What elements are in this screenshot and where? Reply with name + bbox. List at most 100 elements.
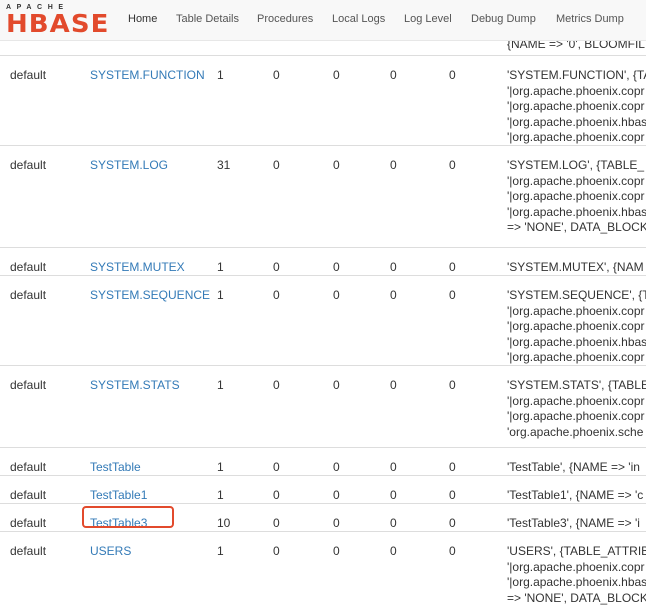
description-cell: 'TestTable', {NAME => 'in <box>507 460 646 476</box>
description-line: 'TestTable', {NAME => 'in <box>507 460 646 476</box>
description-line: '|org.apache.phoenix.copr <box>507 99 646 115</box>
top-navbar: APACHE HBASE Home Table Details Procedur… <box>0 0 646 41</box>
count-cell: 10 <box>217 516 230 532</box>
count-cell: 0 <box>390 488 397 504</box>
nav-local-logs[interactable]: Local Logs <box>332 13 385 25</box>
logo-hbase-text: HBASE <box>6 11 109 36</box>
table-row: default SYSTEM.LOG 31 0 0 0 0 'SYSTEM.LOG', {TA… <box>0 145 646 248</box>
table-name-link[interactable]: SYSTEM.MUTEX <box>90 260 185 276</box>
namespace-cell: default <box>10 516 46 532</box>
table-row: defaultSYSTEM.FUNCTION10000'SYSTEM.FUNCT… <box>0 55 646 146</box>
count-cell: 0 <box>449 260 456 276</box>
count-cell: 1 <box>217 460 224 476</box>
description-cell: 'SYSTEM.SEQUENCE', {T'|org.apache.phoeni… <box>507 288 646 366</box>
table-row: defaultUSERS10000'USERS', {TABLE_ATTRIB'… <box>0 531 646 602</box>
count-cell: 0 <box>273 488 280 504</box>
description-line: 'org.apache.phoenix.sche <box>507 425 646 441</box>
description-line: 'SYSTEM.FUNCTION', {TA <box>507 68 646 84</box>
count-cell: 0 <box>273 158 280 174</box>
count-cell: 0 <box>390 260 397 276</box>
table-name-link[interactable]: SYSTEM.LOG <box>90 158 168 174</box>
count-cell: 0 <box>333 288 340 304</box>
count-cell: 0 <box>333 516 340 532</box>
description-line: '|org.apache.phoenix.copr <box>507 319 646 335</box>
count-cell: 0 <box>449 544 456 560</box>
count-cell: 0 <box>449 460 456 476</box>
description-line: 'TestTable3', {NAME => 'i <box>507 516 646 532</box>
namespace-cell: default <box>10 158 46 174</box>
nav-home[interactable]: Home <box>128 13 157 25</box>
count-cell: 31 <box>217 158 230 174</box>
description-line: '|org.apache.phoenix.copr <box>507 350 646 366</box>
table-row: defaultTestTable10000'TestTable', {NAME … <box>0 447 646 476</box>
nav-debug-dump[interactable]: Debug Dump <box>471 13 536 25</box>
description-cell: 'SYSTEM.LOG', {TABLE_'|org.apache.phoeni… <box>507 158 646 236</box>
table-name-link[interactable]: SYSTEM.STATS <box>90 378 180 394</box>
description-cell: 'SYSTEM.MUTEX', {NAM <box>507 260 646 276</box>
count-cell: 0 <box>333 488 340 504</box>
count-cell: 0 <box>273 544 280 560</box>
count-cell: 0 <box>449 158 456 174</box>
table-name-link[interactable]: TestTable <box>90 460 141 476</box>
description-cell: 'TestTable3', {NAME => 'i <box>507 516 646 532</box>
count-cell: 0 <box>390 288 397 304</box>
description-line: 'SYSTEM.SEQUENCE', {T <box>507 288 646 304</box>
description-line: '|org.apache.phoenix.copr <box>507 409 646 425</box>
hbase-logo[interactable]: APACHE HBASE <box>6 4 106 36</box>
nav-procedures[interactable]: Procedures <box>257 13 313 25</box>
description-line: 'USERS', {TABLE_ATTRIB <box>507 544 646 560</box>
count-cell: 0 <box>449 288 456 304</box>
table-name-link[interactable]: SYSTEM.SEQUENCE <box>90 288 210 304</box>
table-row: defaultSYSTEM.STATS10000'SYSTEM.STATS', … <box>0 365 646 448</box>
table-name-link[interactable]: TestTable1 <box>90 488 147 504</box>
namespace-cell: default <box>10 544 46 560</box>
table-row: defaultTestTable110000'TestTable1', {NAM… <box>0 475 646 504</box>
count-cell: 0 <box>449 488 456 504</box>
description-line: '|org.apache.phoenix.hbas <box>507 575 646 591</box>
count-cell: 0 <box>333 544 340 560</box>
table-name-link[interactable]: USERS <box>90 544 131 560</box>
description-line: '|org.apache.phoenix.copr <box>507 394 646 410</box>
description-line: '|org.apache.phoenix.copr <box>507 130 646 146</box>
count-cell: 1 <box>217 488 224 504</box>
namespace-cell: default <box>10 260 46 276</box>
description-cell: 'TestTable1', {NAME => 'c <box>507 488 646 504</box>
nav-metrics-dump[interactable]: Metrics Dump <box>556 13 624 25</box>
description-cell: 'USERS', {TABLE_ATTRIB'|org.apache.phoen… <box>507 544 646 606</box>
namespace-cell: default <box>10 68 46 84</box>
description-line: 'TestTable1', {NAME => 'c <box>507 488 646 504</box>
table-row: defaultSYSTEM.MUTEX10000'SYSTEM.MUTEX', … <box>0 247 646 276</box>
count-cell: 0 <box>273 288 280 304</box>
description-line: '|org.apache.phoenix.hbas <box>507 115 646 131</box>
nav-table-details[interactable]: Table Details <box>176 13 239 25</box>
description-line: '|org.apache.phoenix.copr <box>507 304 646 320</box>
description-cell: 'SYSTEM.FUNCTION', {TA '|org.apache.phoen… <box>507 68 646 146</box>
description-line: => 'NONE', DATA_BLOCK <box>507 591 646 606</box>
description-line: '|org.apache.phoenix.copr <box>507 189 646 205</box>
count-cell: 0 <box>333 260 340 276</box>
description-line: 'SYSTEM.STATS', {TABLE <box>507 378 646 394</box>
count-cell: 1 <box>217 544 224 560</box>
count-cell: 0 <box>273 460 280 476</box>
count-cell: 0 <box>273 68 280 84</box>
description-line: 'SYSTEM.LOG', {TABLE_ <box>507 158 646 174</box>
count-cell: 0 <box>273 516 280 532</box>
count-cell: 0 <box>390 158 397 174</box>
count-cell: 0 <box>390 544 397 560</box>
count-cell: 1 <box>217 378 224 394</box>
description-line: '|org.apache.phoenix.copr <box>507 560 646 576</box>
count-cell: 1 <box>217 260 224 276</box>
count-cell: 0 <box>333 460 340 476</box>
nav-log-level[interactable]: Log Level <box>404 13 452 25</box>
namespace-cell: default <box>10 378 46 394</box>
count-cell: 0 <box>333 158 340 174</box>
description-cell: 'SYSTEM.STATS', {TABLE'|org.apache.phoen… <box>507 378 646 440</box>
count-cell: 1 <box>217 288 224 304</box>
count-cell: 0 <box>390 378 397 394</box>
description-line: '|org.apache.phoenix.copr <box>507 174 646 190</box>
count-cell: 0 <box>390 68 397 84</box>
table-name-link[interactable]: SYSTEM.FUNCTION <box>90 68 205 84</box>
count-cell: 0 <box>449 68 456 84</box>
count-cell: 0 <box>273 378 280 394</box>
count-cell: 1 <box>217 68 224 84</box>
